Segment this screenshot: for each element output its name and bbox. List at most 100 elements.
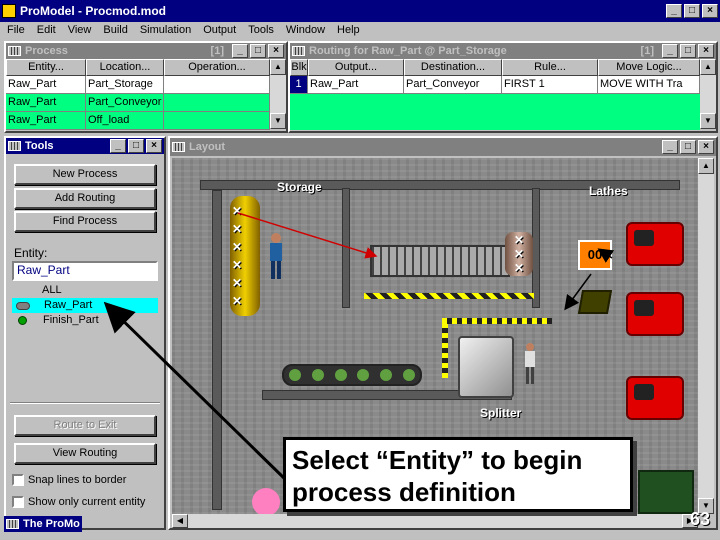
- routing-counter: [1]: [640, 45, 654, 57]
- show-current-entity-option[interactable]: Show only current entity: [12, 496, 145, 508]
- taskbar-item[interactable]: The ProMo: [4, 516, 82, 532]
- show-current-entity-label: Show only current entity: [28, 496, 146, 508]
- scroll-left-icon[interactable]: ◀: [172, 514, 188, 528]
- snap-lines-checkbox[interactable]: [12, 474, 24, 486]
- menu-build[interactable]: Build: [102, 24, 128, 38]
- cell-operation[interactable]: [164, 76, 270, 94]
- col-entity-header[interactable]: Entity...: [6, 59, 86, 76]
- scroll-down-icon[interactable]: ▼: [700, 113, 716, 129]
- process-minimize-button[interactable]: _: [232, 44, 248, 58]
- cell-location[interactable]: Part_Conveyor: [86, 94, 164, 112]
- part-x-icon: ✕: [232, 240, 243, 254]
- table-row[interactable]: 1 Raw_Part Part_Conveyor FIRST 1 MOVE WI…: [290, 76, 700, 94]
- raw-part-entity-icon: [16, 301, 30, 310]
- cell-blk[interactable]: 1: [290, 76, 308, 94]
- cell-output[interactable]: Raw_Part: [308, 76, 404, 94]
- process-scrollbar[interactable]: ▲ ▼: [270, 59, 286, 129]
- splitter-machine[interactable]: [458, 336, 514, 398]
- menu-help[interactable]: Help: [336, 24, 361, 38]
- lathe-3[interactable]: [626, 376, 684, 420]
- menu-output[interactable]: Output: [202, 24, 237, 38]
- process-close-button[interactable]: ×: [268, 44, 284, 58]
- scroll-up-icon[interactable]: ▲: [270, 59, 286, 75]
- layout-h-scrollbar[interactable]: ◀ ▶: [172, 514, 698, 528]
- menu-bar: File Edit View Build Simulation Output T…: [0, 22, 720, 40]
- part-x-icon: ✕: [232, 294, 243, 308]
- cell-move-logic[interactable]: MOVE WITH Tra: [598, 76, 700, 94]
- part-x-icon: ✕: [232, 276, 243, 290]
- col-move-logic-header[interactable]: Move Logic...: [598, 59, 700, 76]
- view-routing-button[interactable]: View Routing: [14, 443, 156, 464]
- col-destination-header[interactable]: Destination...: [404, 59, 502, 76]
- minimize-button[interactable]: _: [666, 4, 682, 18]
- menu-edit[interactable]: Edit: [36, 24, 57, 38]
- close-button[interactable]: ×: [702, 4, 718, 18]
- slide-number: 63: [690, 509, 711, 529]
- taskbar-label: The ProMo: [23, 518, 80, 530]
- col-operation-header[interactable]: Operation...: [164, 59, 270, 76]
- tools-maximize-button[interactable]: □: [128, 139, 144, 153]
- table-row[interactable]: Raw_Part Off_load: [6, 112, 270, 130]
- cell-entity[interactable]: Raw_Part: [6, 76, 86, 94]
- layout-close-button[interactable]: ×: [698, 140, 714, 154]
- cell-entity[interactable]: Raw_Part: [6, 94, 86, 112]
- new-process-button[interactable]: New Process: [14, 164, 156, 185]
- list-item-raw-part[interactable]: Raw_Part: [12, 298, 158, 313]
- col-output-header[interactable]: Output...: [308, 59, 404, 76]
- menu-window[interactable]: Window: [285, 24, 326, 38]
- col-rule-header[interactable]: Rule...: [502, 59, 598, 76]
- layout-titlebar: Layout _ □ ×: [170, 138, 716, 156]
- layout-minimize-button[interactable]: _: [662, 140, 678, 154]
- layout-v-scrollbar[interactable]: ▲ ▼: [698, 158, 714, 514]
- cell-location[interactable]: Part_Storage: [86, 76, 164, 94]
- menu-tools[interactable]: Tools: [247, 24, 275, 38]
- snap-lines-option[interactable]: Snap lines to border: [12, 474, 126, 486]
- process-maximize-button[interactable]: □: [250, 44, 266, 58]
- scroll-down-icon[interactable]: ▼: [270, 113, 286, 129]
- part-conveyor[interactable]: [370, 245, 510, 277]
- list-item-label: Raw_Part: [44, 299, 93, 311]
- cell-destination[interactable]: Part_Conveyor: [404, 76, 502, 94]
- routing-scrollbar[interactable]: ▲ ▼: [700, 59, 716, 129]
- scroll-up-icon[interactable]: ▲: [698, 158, 714, 174]
- menu-view[interactable]: View: [67, 24, 93, 38]
- cell-rule[interactable]: FIRST 1: [502, 76, 598, 94]
- part-x-icon: ✕: [232, 222, 243, 236]
- scroll-up-icon[interactable]: ▲: [700, 59, 716, 75]
- route-to-exit-button[interactable]: Route to Exit: [14, 415, 156, 436]
- show-current-entity-checkbox[interactable]: [12, 496, 24, 508]
- col-blk-header[interactable]: Blk: [290, 59, 308, 76]
- table-row[interactable]: Raw_Part Part_Storage: [6, 76, 270, 94]
- routing-titlebar: Routing for Raw_Part @ Part_Storage [1] …: [290, 43, 716, 59]
- tools-minimize-button[interactable]: _: [110, 139, 126, 153]
- app-logo-icon: [2, 4, 16, 18]
- routing-minimize-button[interactable]: _: [662, 44, 678, 58]
- menu-file[interactable]: File: [6, 24, 26, 38]
- cell-operation[interactable]: [164, 112, 270, 130]
- entity-field[interactable]: Raw_Part: [12, 261, 158, 281]
- cell-entity[interactable]: Raw_Part: [6, 112, 86, 130]
- lathe-1[interactable]: [626, 222, 684, 266]
- add-routing-button[interactable]: Add Routing: [14, 188, 156, 209]
- tools-close-button[interactable]: ×: [146, 139, 162, 153]
- lathe-2[interactable]: [626, 292, 684, 336]
- find-process-button[interactable]: Find Process: [14, 211, 156, 232]
- list-item-all[interactable]: ALL: [12, 283, 158, 298]
- col-location-header[interactable]: Location...: [86, 59, 164, 76]
- cell-location[interactable]: Off_load: [86, 112, 164, 130]
- part-x-icon: ✕: [514, 261, 525, 275]
- layout-maximize-button[interactable]: □: [680, 140, 696, 154]
- list-item-finish-part[interactable]: Finish_Part: [12, 313, 158, 328]
- part-box: [577, 290, 613, 314]
- grip-icon: [292, 46, 305, 56]
- tools-window: Tools _ □ × New Process Add Routing Find…: [4, 136, 166, 530]
- maximize-button[interactable]: □: [684, 4, 700, 18]
- menu-simulation[interactable]: Simulation: [139, 24, 192, 38]
- routing-close-button[interactable]: ×: [698, 44, 714, 58]
- cell-operation[interactable]: [164, 94, 270, 112]
- lathes-label: Lathes: [589, 184, 628, 198]
- routing-maximize-button[interactable]: □: [680, 44, 696, 58]
- table-row[interactable]: Raw_Part Part_Conveyor: [6, 94, 270, 112]
- part-conveyor-rollers[interactable]: [282, 364, 422, 386]
- routing-title: Routing for Raw_Part @ Part_Storage: [309, 45, 507, 57]
